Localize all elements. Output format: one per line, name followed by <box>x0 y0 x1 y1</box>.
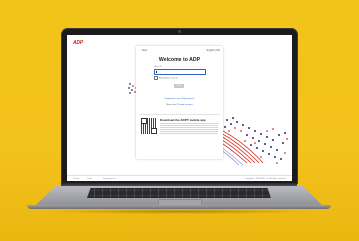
remember-label: Remember user ID <box>159 77 178 80</box>
next-button[interactable]: Next <box>174 84 184 88</box>
laptop-lid: ADP ← Back English (US) Welcome to ADP U… <box>61 28 298 184</box>
footer-copyright: Copyright © 2022 ADP, Inc. All rights re… <box>244 177 286 180</box>
app-promo-title: Download the ADP® mobile app <box>160 118 206 122</box>
forgot-credentials-link[interactable]: Forgot your user ID/password? <box>136 98 223 100</box>
back-link[interactable]: ← Back <box>139 49 147 52</box>
new-user-row: New user? Create account <box>136 104 223 106</box>
login-card: ← Back English (US) Welcome to ADP User … <box>136 46 223 159</box>
welcome-title: Welcome to ADP <box>158 57 201 63</box>
adp-logo: ADP <box>73 40 83 46</box>
qr-code <box>141 118 157 134</box>
text-caret <box>156 70 157 74</box>
user-id-label: User ID <box>154 66 162 68</box>
language-selector[interactable]: English (US) <box>207 49 220 52</box>
page-footer: Privacy Legal Requirements Copyright © 2… <box>67 175 292 181</box>
laptop-shadow <box>45 209 313 214</box>
new-user-prefix: New user? <box>166 104 177 106</box>
footer-link-legal[interactable]: Legal <box>87 178 92 180</box>
user-id-input[interactable] <box>154 69 206 75</box>
create-account-link[interactable]: Create account <box>178 104 193 106</box>
webcam <box>178 30 181 33</box>
footer-link-privacy[interactable]: Privacy <box>73 178 80 180</box>
laptop-screen: ADP ← Back English (US) Welcome to ADP U… <box>67 35 292 181</box>
mobile-app-promo: Download the ADP® mobile app <box>139 114 220 137</box>
laptop-keyboard <box>87 188 271 198</box>
laptop-base <box>27 183 331 214</box>
footer-link-requirements[interactable]: Requirements <box>103 178 115 180</box>
checkbox-icon <box>154 75 158 80</box>
app-promo-text <box>160 122 218 134</box>
remember-user-id-checkbox[interactable]: Remember user ID <box>154 75 178 80</box>
